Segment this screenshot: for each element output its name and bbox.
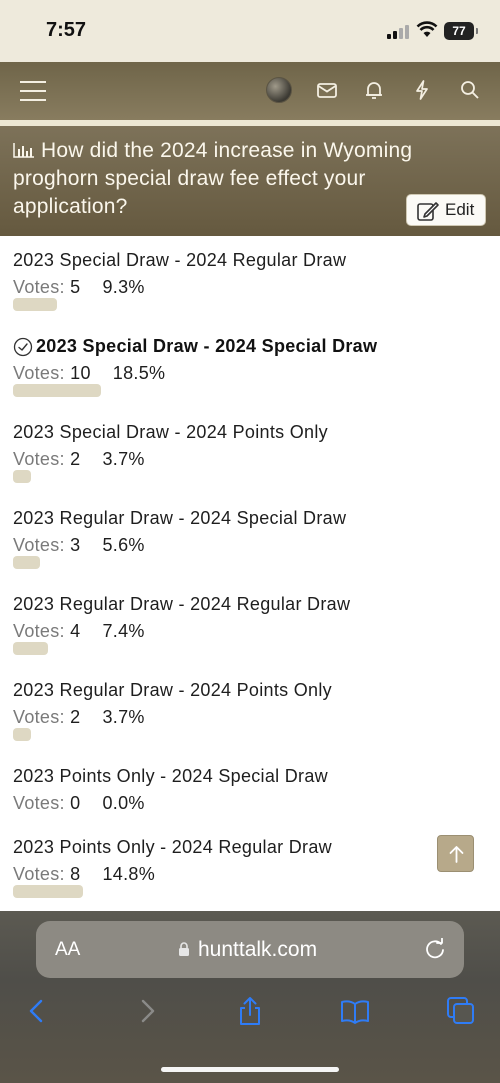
poll-option-bar — [13, 556, 40, 569]
votes-label: Votes: — [13, 793, 65, 813]
vote-count: 3 — [70, 535, 81, 555]
reader-settings-button[interactable]: AA — [55, 939, 80, 961]
url-text[interactable]: hunttalk.com — [198, 938, 317, 962]
vote-percent: 7.4% — [102, 621, 145, 641]
poll-option-label: 2023 Regular Draw - 2024 Regular Draw — [13, 594, 351, 614]
tabs-icon[interactable] — [446, 996, 476, 1026]
back-icon[interactable] — [22, 996, 52, 1026]
vote-percent: 18.5% — [112, 363, 166, 383]
edit-icon — [417, 202, 439, 221]
user-avatar[interactable] — [266, 77, 292, 103]
home-indicator — [161, 1067, 339, 1072]
vote-count: 2 — [70, 707, 81, 727]
arrow-up-icon — [449, 846, 464, 863]
vote-percent: 9.3% — [102, 277, 145, 297]
poll-question: How did the 2024 increase in Wyoming pro… — [13, 139, 413, 218]
poll-option-label: 2023 Special Draw - 2024 Regular Draw — [13, 250, 347, 270]
poll-option-label: 2023 Regular Draw - 2024 Special Draw — [13, 508, 347, 528]
poll-option-votes: Votes: 0 0.0% — [13, 793, 145, 814]
cellular-signal-icon — [387, 25, 409, 39]
share-icon[interactable] — [235, 996, 265, 1026]
poll-option-bar — [13, 885, 83, 898]
bolt-icon[interactable] — [410, 78, 434, 102]
scroll-to-top-button[interactable] — [437, 835, 474, 872]
votes-label: Votes: — [13, 363, 65, 383]
poll-option-votes: Votes: 8 14.8% — [13, 864, 155, 885]
menu-icon[interactable] — [20, 80, 46, 102]
vote-percent: 14.8% — [102, 864, 156, 884]
reload-icon[interactable] — [424, 938, 446, 960]
vote-percent: 3.7% — [102, 707, 145, 727]
poll-option-votes: Votes: 3 5.6% — [13, 535, 145, 556]
poll-option-votes: Votes: 2 3.7% — [13, 449, 145, 470]
votes-label: Votes: — [13, 535, 65, 555]
votes-label: Votes: — [13, 449, 65, 469]
poll-option-label: 2023 Regular Draw - 2024 Points Only — [13, 680, 332, 700]
vote-count: 5 — [70, 277, 81, 297]
votes-label: Votes: — [13, 621, 65, 641]
vote-count: 2 — [70, 449, 81, 469]
poll-option-votes: Votes: 10 18.5% — [13, 363, 165, 384]
votes-label: Votes: — [13, 277, 65, 297]
votes-label: Votes: — [13, 864, 65, 884]
lock-icon — [179, 942, 189, 956]
bookmarks-icon[interactable] — [340, 996, 370, 1026]
status-bar: 7:57 77 — [0, 0, 500, 62]
poll-option-votes: Votes: 4 7.4% — [13, 621, 145, 642]
vote-percent: 5.6% — [102, 535, 145, 555]
poll-option-votes: Votes: 2 3.7% — [13, 707, 145, 728]
forward-icon — [141, 999, 155, 1023]
vote-count: 10 — [70, 363, 91, 383]
poll-option-bar — [13, 642, 48, 655]
wifi-icon — [416, 21, 438, 37]
status-time: 7:57 — [46, 19, 87, 41]
poll-option-label: 2023 Points Only - 2024 Regular Draw — [13, 837, 332, 857]
edit-button[interactable]: Edit — [406, 194, 486, 226]
vote-count: 4 — [70, 621, 81, 641]
voted-check-icon — [13, 337, 33, 357]
aa-label: AA — [55, 939, 81, 960]
poll-title: How did the 2024 increase in Wyoming pro… — [13, 137, 473, 221]
bar-chart-icon — [13, 143, 34, 158]
vote-count: 0 — [70, 793, 81, 813]
edit-label: Edit — [445, 200, 475, 219]
vote-count: 8 — [70, 864, 81, 884]
poll-option-label: 2023 Points Only - 2024 Special Draw — [13, 766, 328, 786]
poll-option-bar — [13, 298, 57, 311]
poll-option-votes: Votes: 5 9.3% — [13, 277, 145, 298]
votes-label: Votes: — [13, 707, 65, 727]
vote-percent: 0.0% — [102, 793, 145, 813]
bell-icon[interactable] — [362, 78, 386, 102]
search-icon[interactable] — [458, 78, 482, 102]
vote-percent: 3.7% — [102, 449, 145, 469]
battery-indicator: 77 — [444, 22, 478, 40]
poll-option-bar — [13, 728, 31, 741]
poll-option-label: 2023 Special Draw - 2024 Points Only — [13, 422, 328, 442]
poll-option-label: 2023 Special Draw - 2024 Special Draw — [36, 336, 378, 356]
poll-option-bar — [13, 470, 31, 483]
envelope-icon[interactable] — [315, 78, 339, 102]
poll-option-bar — [13, 384, 101, 397]
